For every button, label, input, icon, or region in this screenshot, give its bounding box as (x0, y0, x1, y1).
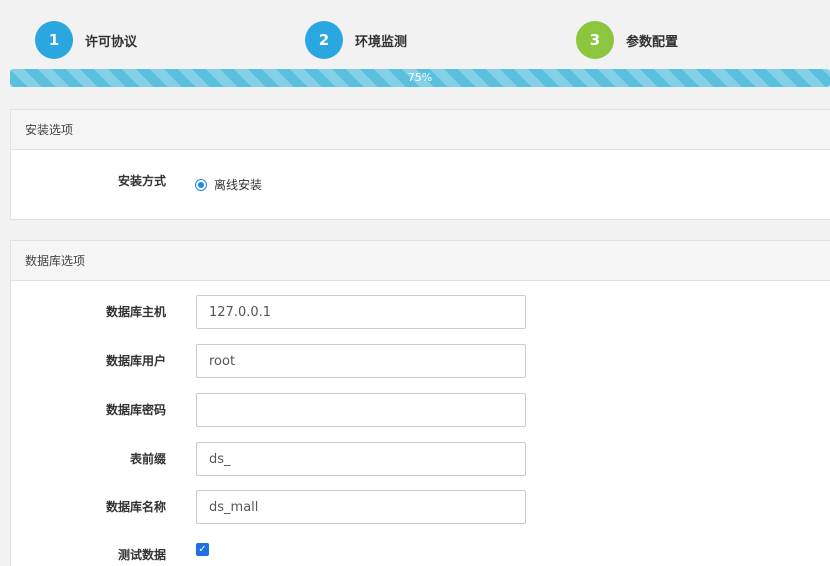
radio-label: 离线安装 (214, 178, 263, 192)
db-host-row: 数据库主机 (0, 295, 830, 329)
radio-checked-icon[interactable] (195, 178, 207, 191)
db-password-label: 数据库密码 (105, 403, 166, 417)
test-data-checkbox[interactable]: ✓ (196, 543, 209, 556)
step-number: 3 (576, 21, 614, 59)
db-name-label: 数据库名称 (105, 500, 166, 514)
step-config: 3 参数配置 (576, 21, 678, 59)
step-label: 许可协议 (85, 34, 138, 50)
step-environment: 2 环境监测 (305, 21, 407, 59)
test-data-row: 测试数据 (0, 538, 830, 566)
step-number: 1 (35, 21, 73, 59)
table-prefix-row: 表前缀 (0, 442, 830, 476)
offline-install-radio[interactable]: 离线安装 (195, 176, 262, 193)
install-method-label: 安装方式 (117, 174, 166, 188)
db-password-row: 数据库密码 (0, 393, 830, 427)
db-host-label: 数据库主机 (105, 305, 166, 319)
db-user-label: 数据库用户 (105, 354, 166, 368)
step-number: 2 (305, 21, 343, 59)
panel-title: 数据库选项 (11, 241, 830, 281)
step-label: 环境监测 (355, 34, 408, 50)
install-method-row: 安装方式 (0, 164, 830, 198)
db-password-input[interactable] (196, 393, 526, 427)
db-host-input[interactable] (196, 295, 526, 329)
db-name-row: 数据库名称 (0, 490, 830, 524)
progress-text: 75% (407, 71, 433, 84)
step-label: 参数配置 (626, 34, 679, 50)
step-license: 1 许可协议 (35, 21, 137, 59)
progress-bar: 75% (10, 69, 830, 87)
db-user-row: 数据库用户 (0, 344, 830, 378)
db-name-input[interactable] (196, 490, 526, 524)
table-prefix-label: 表前缀 (129, 452, 166, 466)
db-user-input[interactable] (196, 344, 526, 378)
table-prefix-input[interactable] (196, 442, 526, 476)
test-data-label: 测试数据 (117, 548, 166, 562)
step-indicator: 1 许可协议 2 环境监测 3 参数配置 (0, 0, 830, 80)
panel-title: 安装选项 (11, 110, 830, 150)
